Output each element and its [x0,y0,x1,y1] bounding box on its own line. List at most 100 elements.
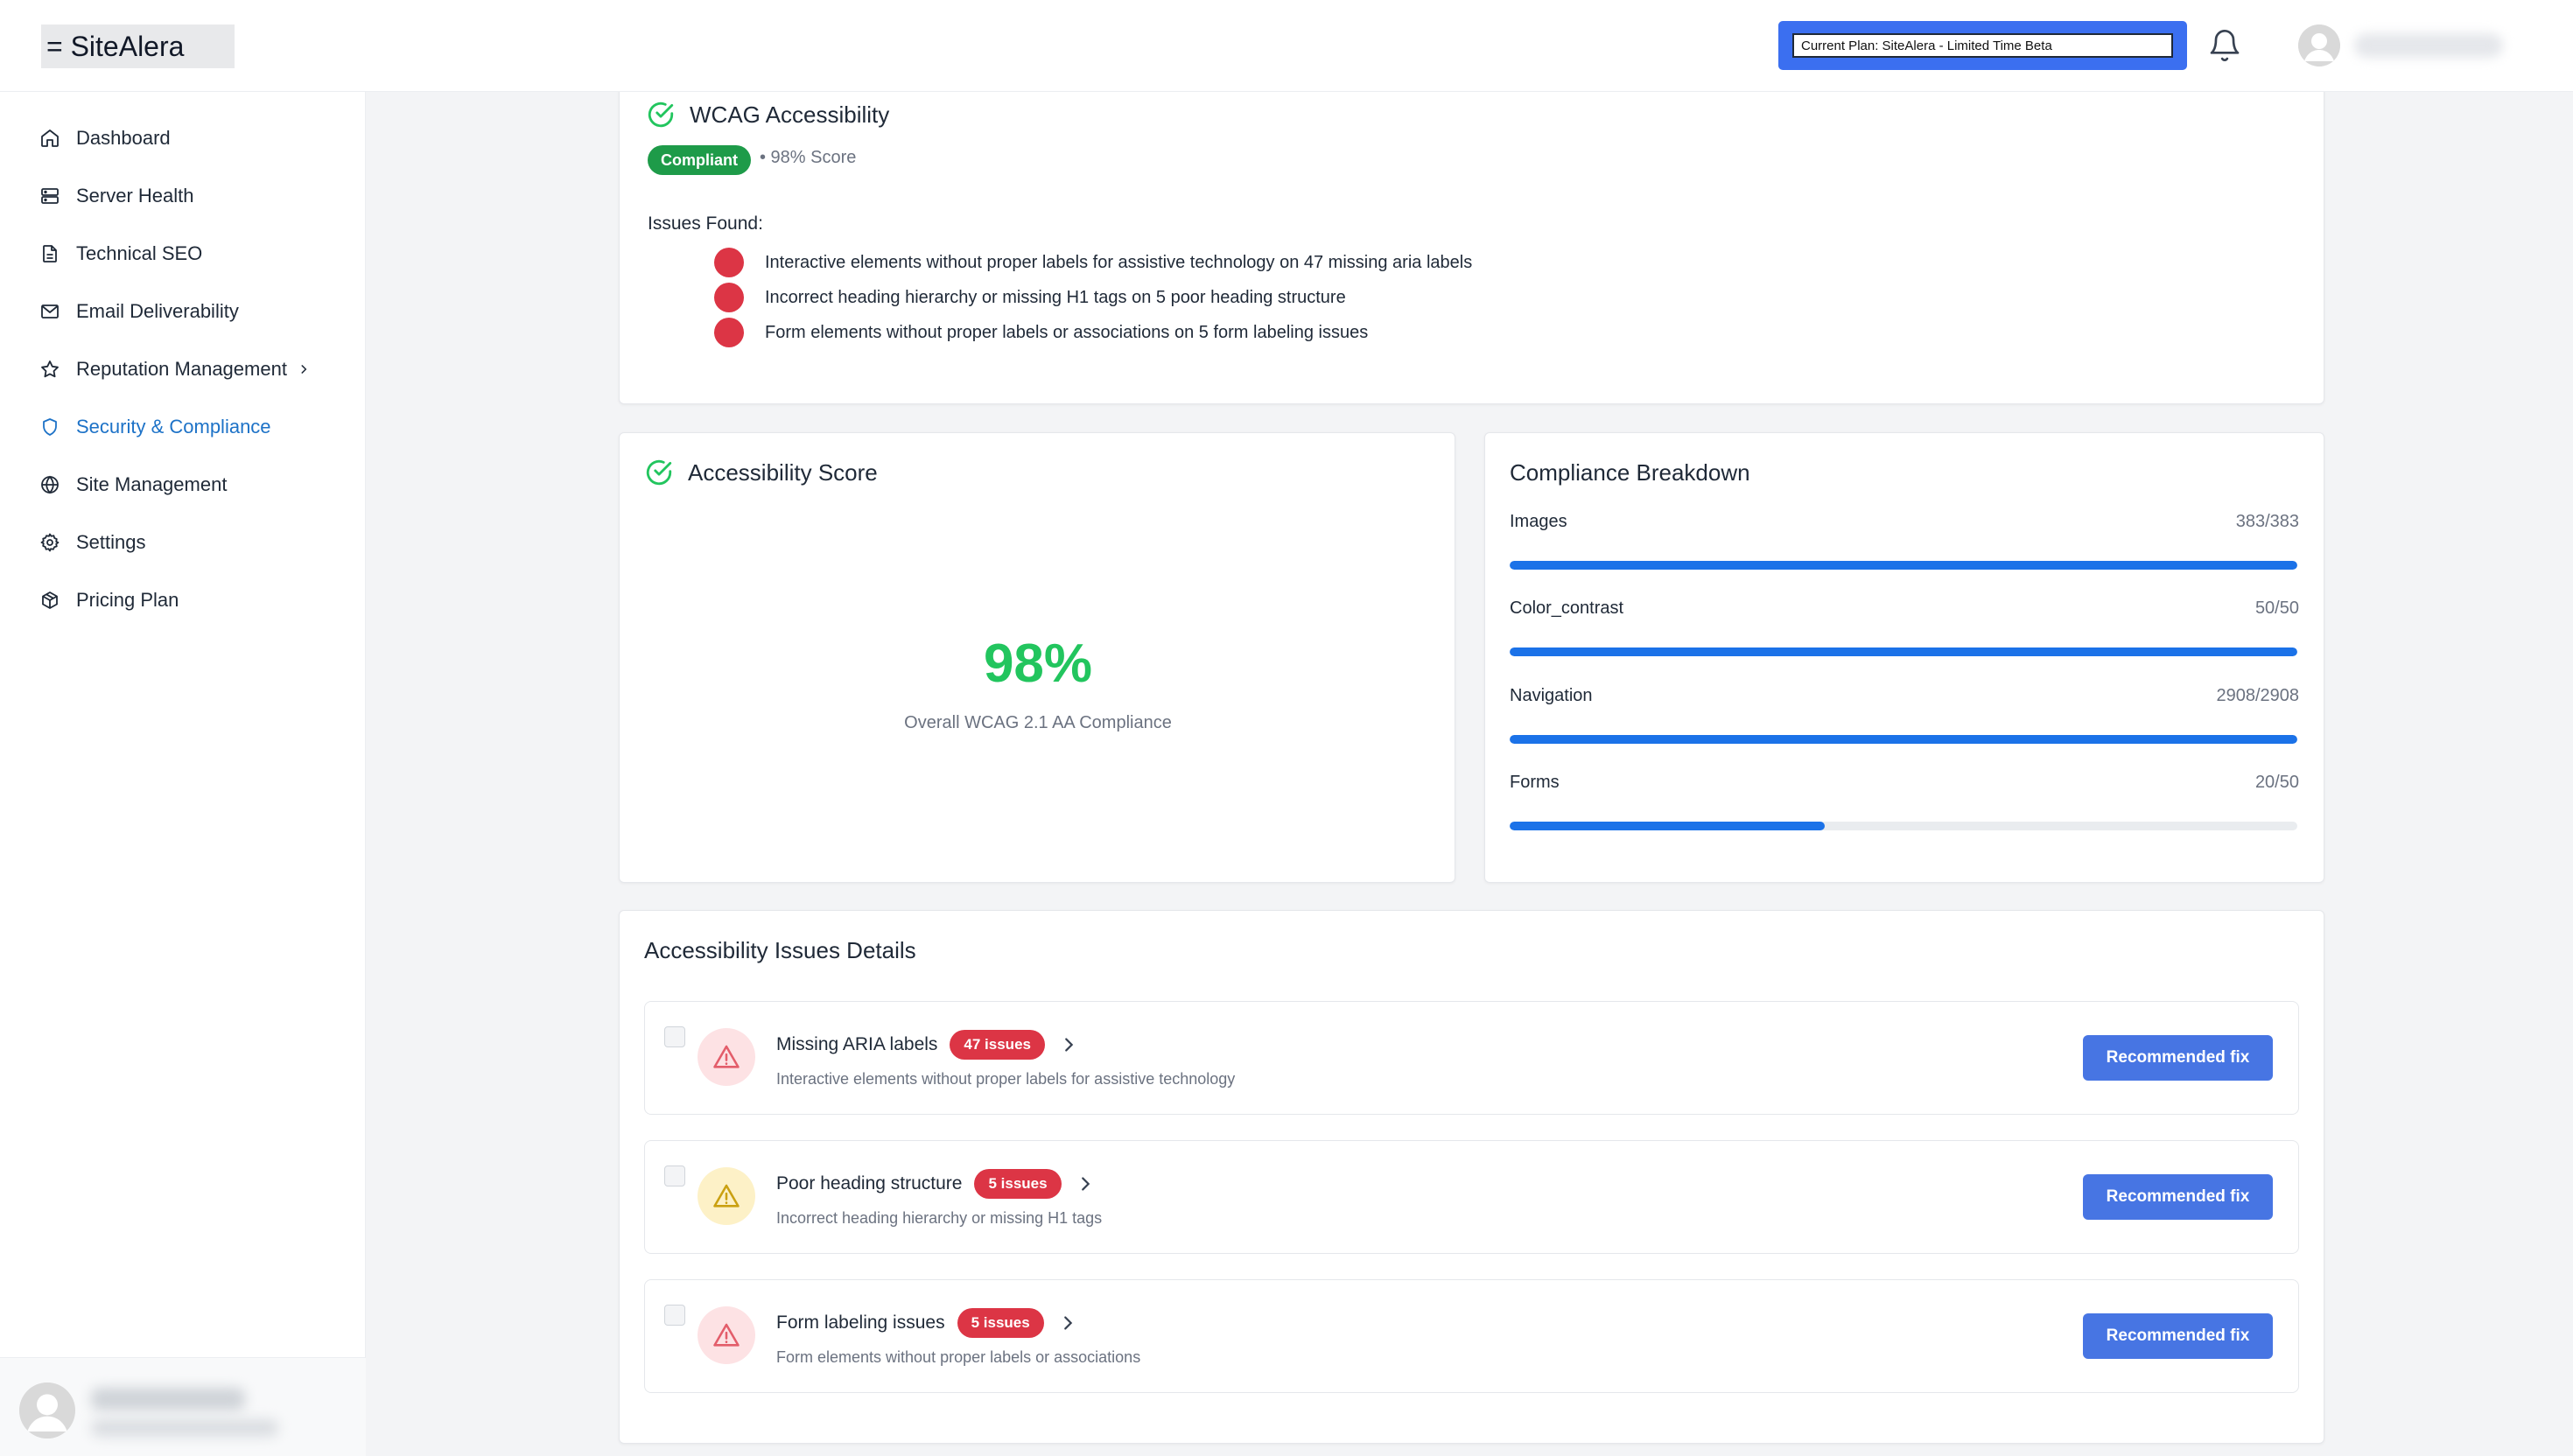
user-avatar[interactable] [2298,24,2340,66]
issue-row[interactable]: Missing ARIA labels 47 issues Interactiv… [644,1001,2299,1115]
home-icon [39,128,60,149]
compliance-breakdown-card: Compliance Breakdown Images 383/383 Colo… [1484,432,2324,883]
issue-text: Form elements without proper labels or a… [765,322,1369,342]
current-plan-banner[interactable]: Current Plan: SiteAlera - Limited Time B… [1778,21,2187,70]
chevron-right-icon[interactable] [1059,1035,1078,1054]
chevron-right-icon[interactable] [1076,1174,1095,1194]
sidebar-item-technical-seo[interactable]: Technical SEO [39,236,202,271]
shield-icon [39,416,60,438]
sidebar-item-label: Security & Compliance [76,416,271,438]
issue-text: Incorrect heading hierarchy or missing H… [765,287,1346,307]
package-icon [39,590,60,611]
row-checkbox[interactable] [664,1166,685,1186]
sidebar-item-label: Server Health [76,185,194,206]
sidebar-item-site-management[interactable]: Site Management [39,467,227,502]
sidebar-item-security-compliance[interactable]: Security & Compliance [39,410,271,444]
issue-list-item: Interactive elements without proper labe… [714,248,1472,277]
issues-details-card: Accessibility Issues Details Missing ARI… [619,910,2324,1444]
issue-row[interactable]: Poor heading structure 5 issues Incorrec… [644,1140,2299,1254]
user-name-redacted [2354,33,2503,58]
sidebar-user-footer[interactable] [0,1357,366,1456]
sidebar-item-label: Email Deliverability [76,300,239,322]
sidebar-item-settings[interactable]: Settings [39,525,146,560]
issue-row-header: Missing ARIA labels 47 issues [776,1030,1078,1060]
bell-icon[interactable] [2207,28,2242,63]
issue-title: Poor heading structure [776,1173,963,1194]
progress-bar [1510,822,2297,830]
score-caption: Overall WCAG 2.1 AA Compliance [904,713,1172,732]
user-avatar [19,1382,75,1438]
sidebar-item-label: Pricing Plan [76,589,179,611]
issue-description: Form elements without proper labels or a… [776,1348,1141,1366]
breakdown-label: Navigation [1510,686,1593,705]
issue-row[interactable]: Form labeling issues 5 issues Form eleme… [644,1279,2299,1393]
sidebar-item-dashboard[interactable]: Dashboard [39,121,171,156]
star-icon [39,359,60,380]
server-icon [39,186,60,206]
sidebar-item-pricing-plan[interactable]: Pricing Plan [39,583,179,618]
recommended-fix-button[interactable]: Recommended fix [2083,1313,2273,1359]
progress-bar [1510,648,2297,656]
progress-bar [1510,561,2297,570]
sidebar: Dashboard Server Health Technical SEO Em… [0,92,366,1456]
breakdown-label: Images [1510,512,1567,531]
current-plan-text: Current Plan: SiteAlera - Limited Time B… [1792,33,2173,58]
gear-icon [39,532,60,553]
accessibility-score-card: Accessibility Score 98% Overall WCAG 2.1… [619,432,1455,883]
issue-count-badge: 47 issues [950,1030,1045,1060]
warning-triangle-icon [698,1306,755,1364]
error-dot-icon [714,248,744,277]
breakdown-value: 2908/2908 [2216,686,2299,705]
error-dot-icon [714,283,744,312]
issue-count-badge: 5 issues [957,1308,1044,1338]
breakdown-value: 383/383 [2235,512,2299,531]
issue-title: Form labeling issues [776,1312,945,1333]
warning-triangle-icon [698,1167,755,1225]
breakdown-label: Forms [1510,773,1560,792]
breakdown-label: Color_contrast [1510,598,1624,618]
row-checkbox[interactable] [664,1026,685,1047]
check-circle-icon [646,100,676,130]
globe-icon [39,474,60,495]
sidebar-item-reputation-management[interactable]: Reputation Management [39,352,310,387]
issue-text: Interactive elements without proper labe… [765,252,1473,272]
app-logo[interactable]: = SiteAlera [41,24,235,68]
status-badge: Compliant [648,145,751,175]
issue-row-header: Poor heading structure 5 issues [776,1169,1095,1199]
sidebar-item-label: Reputation Management [76,358,287,380]
chevron-right-icon[interactable] [1058,1313,1077,1333]
user-name-redacted [91,1388,245,1410]
issue-list-item: Form elements without proper labels or a… [714,318,1368,347]
sidebar-item-server-health[interactable]: Server Health [39,178,194,214]
score-title: Accessibility Score [688,459,878,486]
score-value: 98% [983,634,1093,694]
issue-row-header: Form labeling issues 5 issues [776,1308,1077,1338]
top-header: = SiteAlera Current Plan: SiteAlera - Li… [0,0,2573,92]
progress-bar [1510,735,2297,744]
sidebar-item-email-deliverability[interactable]: Email Deliverability [39,294,239,329]
chevron-right-icon [298,363,310,375]
wcag-score-text: • 98% Score [760,148,857,167]
warning-triangle-icon [698,1028,755,1086]
mail-icon [39,301,60,322]
sidebar-item-label: Dashboard [76,127,171,149]
error-dot-icon [714,318,744,347]
progress-fill [1510,735,2297,744]
recommended-fix-button[interactable]: Recommended fix [2083,1035,2273,1081]
recommended-fix-button[interactable]: Recommended fix [2083,1174,2273,1220]
issue-list-item: Incorrect heading hierarchy or missing H… [714,283,1346,312]
progress-fill [1510,648,2297,656]
document-icon [39,243,60,264]
sidebar-item-label: Technical SEO [76,242,203,264]
row-checkbox[interactable] [664,1305,685,1326]
progress-fill [1510,822,1825,830]
user-email-redacted [91,1419,278,1437]
issue-description: Incorrect heading hierarchy or missing H… [776,1209,1103,1227]
sidebar-item-label: Site Management [76,473,228,495]
wcag-title: WCAG Accessibility [690,102,890,128]
check-circle-icon [644,458,674,487]
sidebar-item-label: Settings [76,531,146,553]
issue-title: Missing ARIA labels [776,1034,938,1054]
issues-found-heading: Issues Found: [648,214,763,234]
progress-fill [1510,561,2297,570]
